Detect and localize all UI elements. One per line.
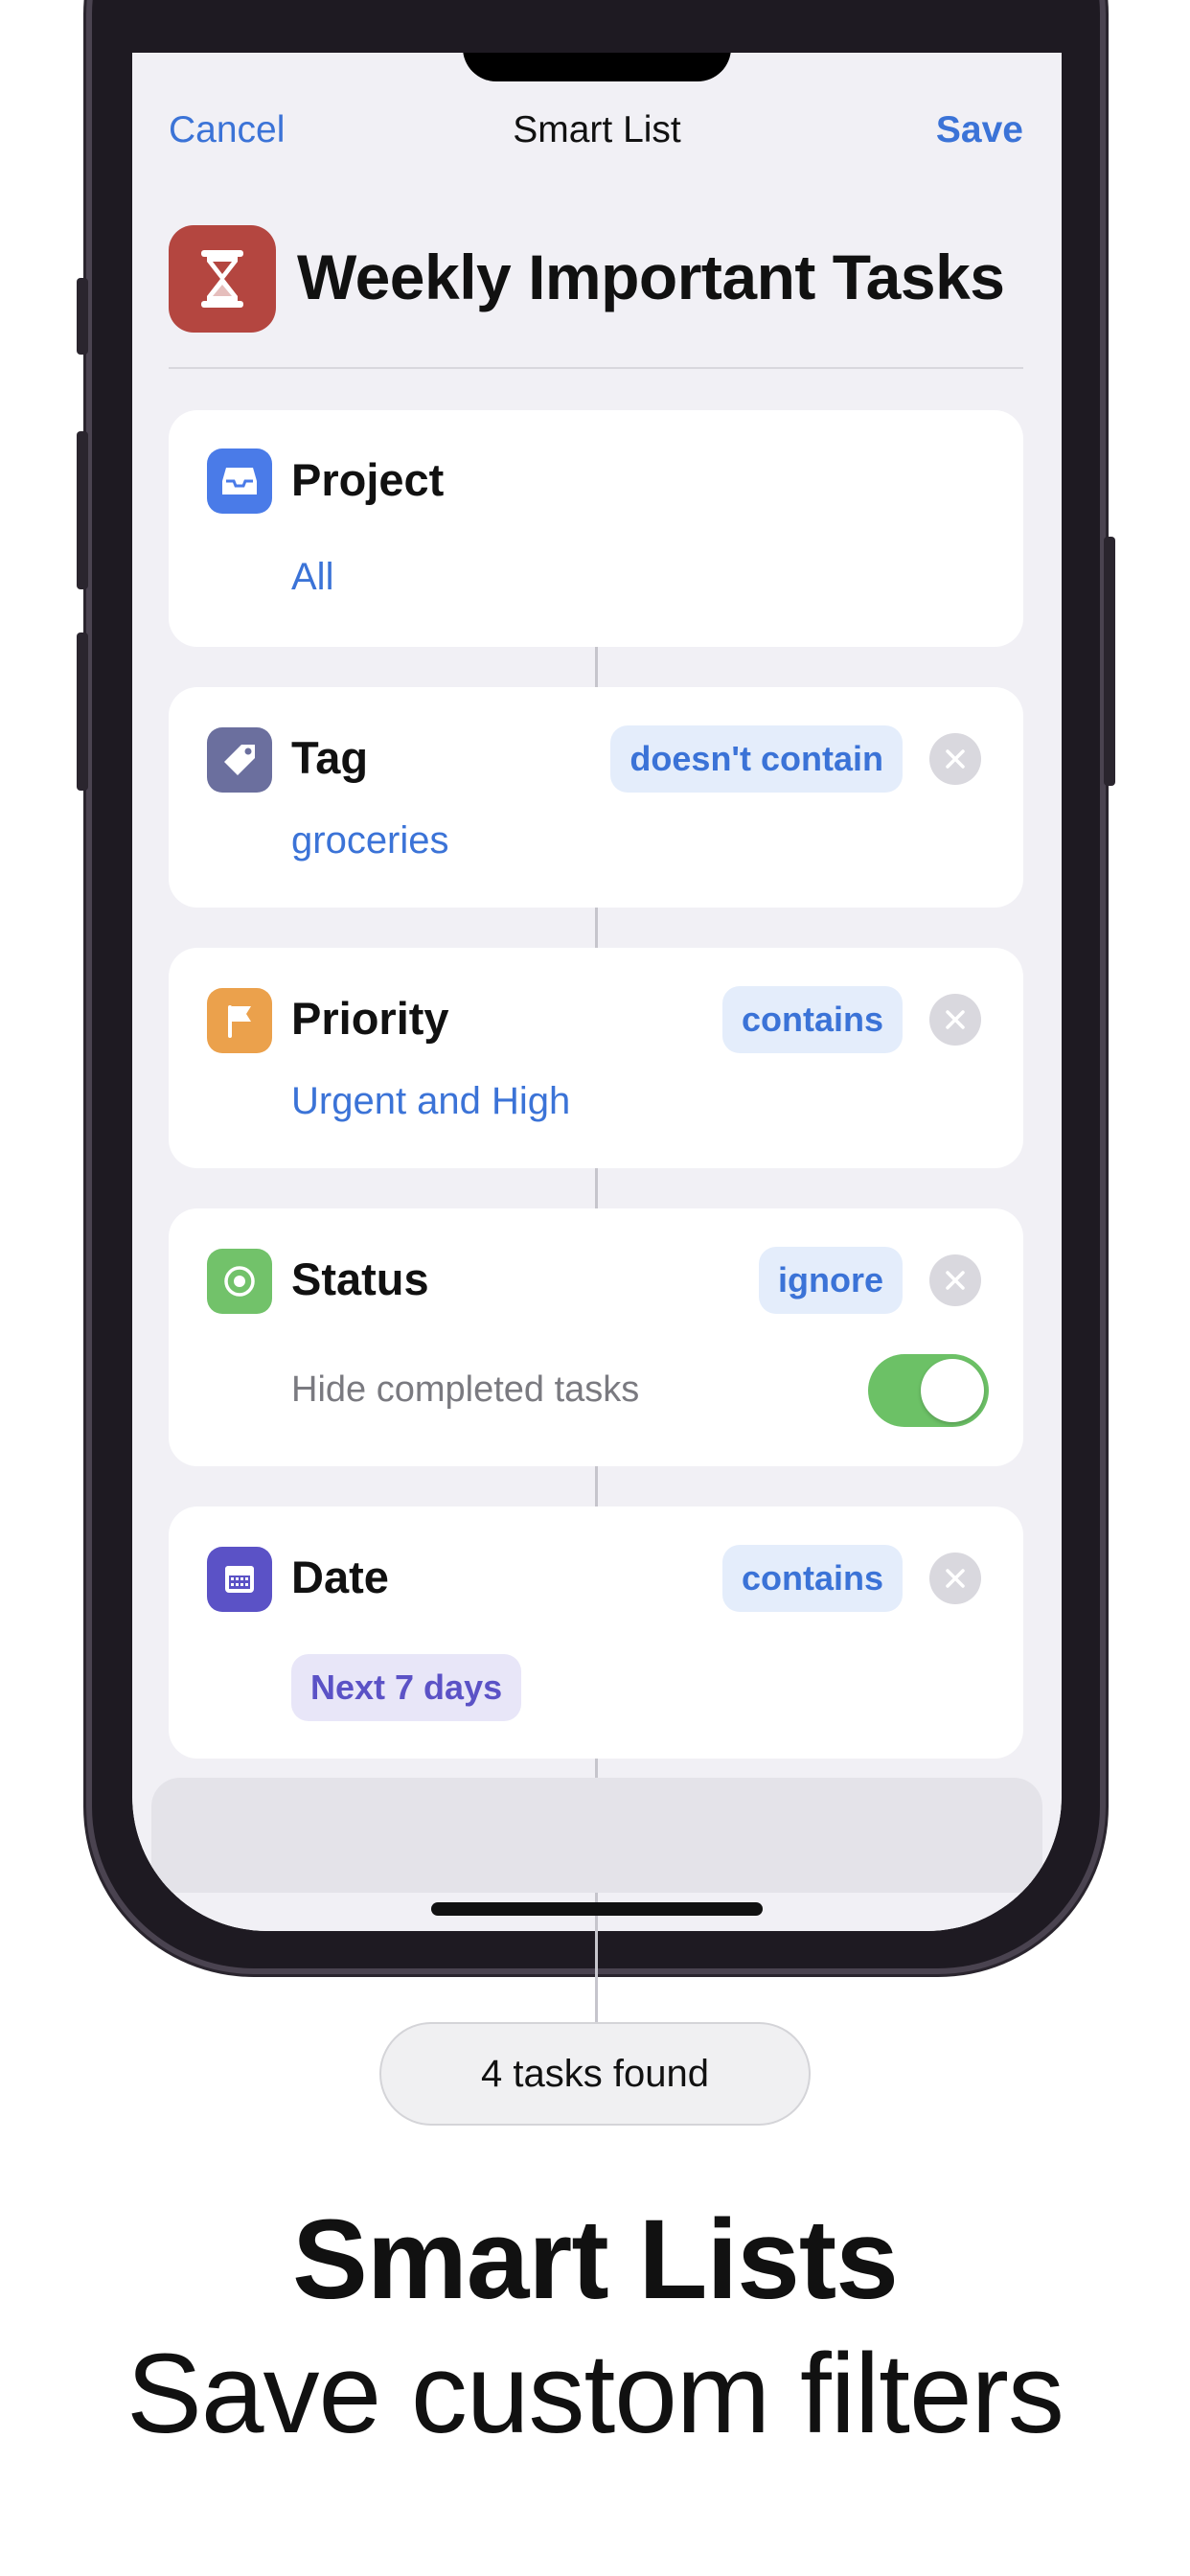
operator-pill[interactable]: ignore [758,1247,903,1314]
hourglass-icon[interactable] [169,225,276,333]
dynamic-island [463,53,731,81]
operator-pill[interactable]: contains [721,986,903,1053]
filter-card-project[interactable]: Project All [169,410,1023,647]
marketing-subline: Save custom filters [126,2331,1064,2457]
home-indicator [431,1902,763,1916]
phone-screen: Cancel Smart List Save Weekly Important … [132,53,1062,1931]
filter-label: Priority [291,993,449,1044]
save-button[interactable]: Save [936,109,1023,151]
tasks-found-pill: 4 tasks found [379,2022,811,2126]
filter-card-status[interactable]: Status ignore Hide completed tasks [169,1208,1023,1466]
connector-line [595,647,598,687]
filter-label: Tag [291,732,369,783]
flag-icon [207,988,272,1053]
filter-card-date[interactable]: Date contains Next 7 days [169,1506,1023,1759]
power-button [1104,537,1115,786]
filter-value[interactable]: Urgent and High [291,1080,570,1123]
remove-filter-button[interactable] [929,1254,981,1306]
hide-completed-toggle[interactable] [868,1354,989,1427]
filter-value[interactable]: All [291,556,333,599]
remove-filter-button[interactable] [929,994,981,1046]
remove-filter-button[interactable] [929,1552,981,1604]
calendar-icon [207,1547,272,1612]
marketing-headline: Smart Lists [292,2196,899,2323]
operator-pill[interactable]: contains [721,1545,903,1612]
smart-list-sheet: Cancel Smart List Save Weekly Important … [132,53,1062,1931]
connector-line [595,908,598,948]
date-range-chip[interactable]: Next 7 days [291,1654,522,1721]
filter-card-priority[interactable]: Priority contains Urgent and High [169,948,1023,1168]
connector-line [595,1466,598,1506]
target-icon [207,1249,272,1314]
close-icon [946,1010,965,1029]
tag-icon [207,727,272,793]
nav-title: Smart List [513,109,681,150]
list-header: Weekly Important Tasks [169,225,1023,369]
filter-card-tag[interactable]: Tag doesn't contain groceries [169,687,1023,908]
hide-completed-label: Hide completed tasks [291,1369,640,1410]
mute-switch [77,278,88,355]
toggle-knob [921,1359,984,1422]
filter-label: Project [291,454,445,505]
remove-filter-button[interactable] [929,733,981,785]
close-icon [946,1569,965,1588]
tray-icon [207,448,272,514]
operator-pill[interactable]: doesn't contain [610,725,903,793]
volume-down-button [77,632,88,791]
filter-value[interactable]: groceries [291,819,449,862]
add-filter-area[interactable] [151,1778,1042,1893]
filter-label: Date [291,1552,389,1602]
close-icon [946,1271,965,1290]
result-connector-line [595,1931,598,2024]
filter-label: Status [291,1254,429,1304]
close-icon [946,749,965,769]
volume-up-button [77,431,88,589]
connector-line [595,1168,598,1208]
navigation-bar: Cancel Smart List Save [132,96,1062,163]
list-title[interactable]: Weekly Important Tasks [297,241,1005,313]
